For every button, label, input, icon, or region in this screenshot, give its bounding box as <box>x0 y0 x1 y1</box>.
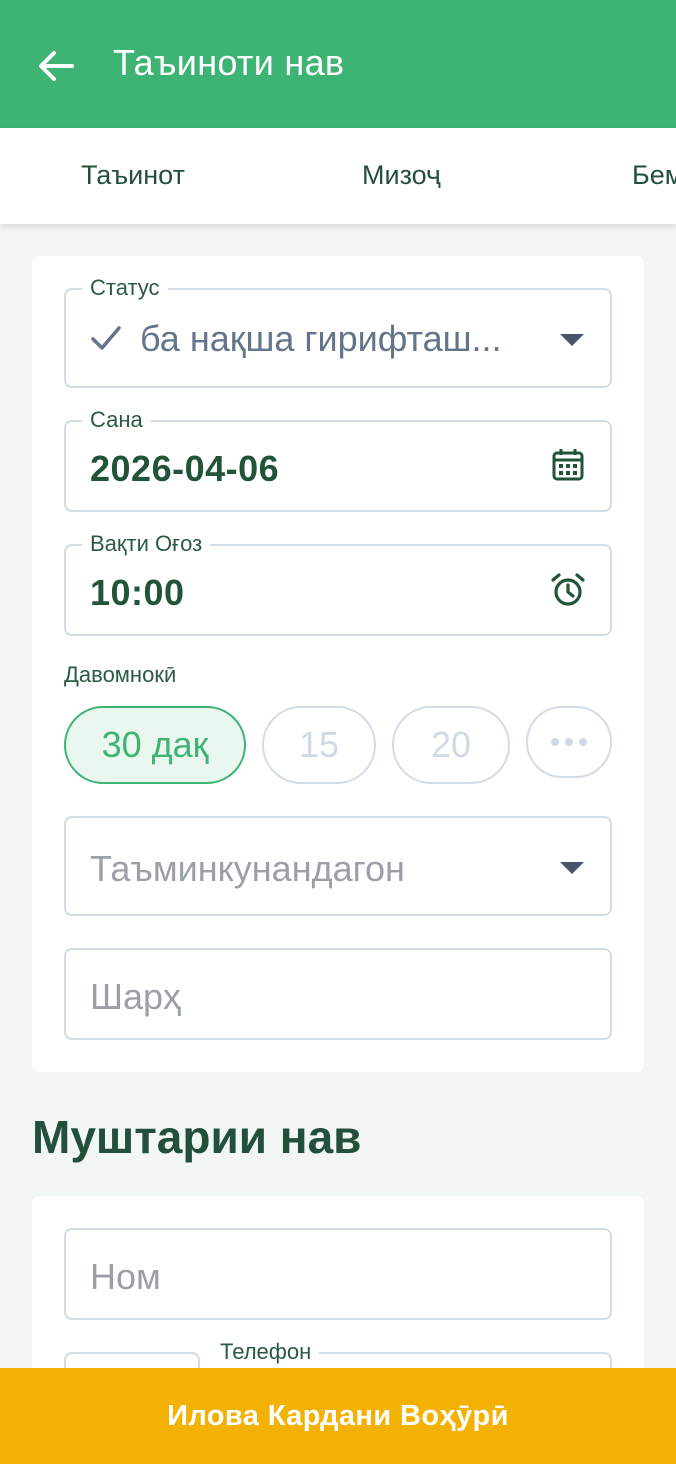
status-label: Статус <box>82 275 168 301</box>
arrow-left-icon <box>39 51 74 81</box>
description-input[interactable]: Шарҳ <box>64 948 612 1040</box>
name-placeholder: Ном <box>90 1256 161 1297</box>
tab-patient[interactable]: Бем <box>632 160 676 191</box>
status-select[interactable]: Статус ба нақша гирифташ... <box>64 275 612 388</box>
page-title: Таъиноти нав <box>113 42 345 83</box>
check-icon <box>91 326 121 350</box>
add-appointment-button[interactable]: Илова Кардани Воҳӯрӣ <box>0 1368 676 1464</box>
date-value: 2026-04-06 <box>90 448 280 489</box>
description-placeholder: Шарҳ <box>90 976 182 1017</box>
providers-select[interactable]: Таъминкунандагон <box>64 816 612 916</box>
tab-client[interactable]: Мизоҷ <box>362 160 441 191</box>
start-time-label: Вақти Оғоз <box>82 531 211 557</box>
alarm-clock-icon[interactable] <box>550 572 586 608</box>
duration-chip-30[interactable]: 30 дақ <box>64 706 246 784</box>
tab-bar: Таъинот Мизоҷ Бем <box>0 128 676 224</box>
tab-appointment[interactable]: Таъинот <box>81 160 185 191</box>
chevron-down-icon <box>560 334 584 346</box>
duration-label: Давомнокӣ <box>64 662 177 687</box>
duration-more-button[interactable] <box>526 706 612 778</box>
name-input[interactable]: Ном <box>64 1228 612 1320</box>
status-value: ба нақша гирифташ... <box>140 318 502 359</box>
add-appointment-label: Илова Кардани Воҳӯрӣ <box>167 1399 509 1432</box>
start-time-field[interactable]: Вақти Оғоз 10:00 <box>64 531 612 636</box>
providers-placeholder: Таъминкунандагон <box>90 848 405 889</box>
new-client-title: Муштарии нав <box>32 1111 362 1163</box>
more-horizontal-icon <box>551 738 587 746</box>
duration-chip-20[interactable]: 20 <box>392 706 510 784</box>
back-button[interactable] <box>36 44 76 88</box>
start-time-value: 10:00 <box>90 572 185 613</box>
calendar-icon[interactable] <box>552 448 584 482</box>
phone-label: Телефон <box>212 1339 320 1365</box>
date-label: Сана <box>82 407 151 433</box>
chevron-down-icon <box>560 862 584 874</box>
date-field[interactable]: Сана 2026-04-06 <box>64 407 612 512</box>
duration-chip-15[interactable]: 15 <box>262 706 376 784</box>
app-bar: Таъиноти нав <box>0 0 676 128</box>
